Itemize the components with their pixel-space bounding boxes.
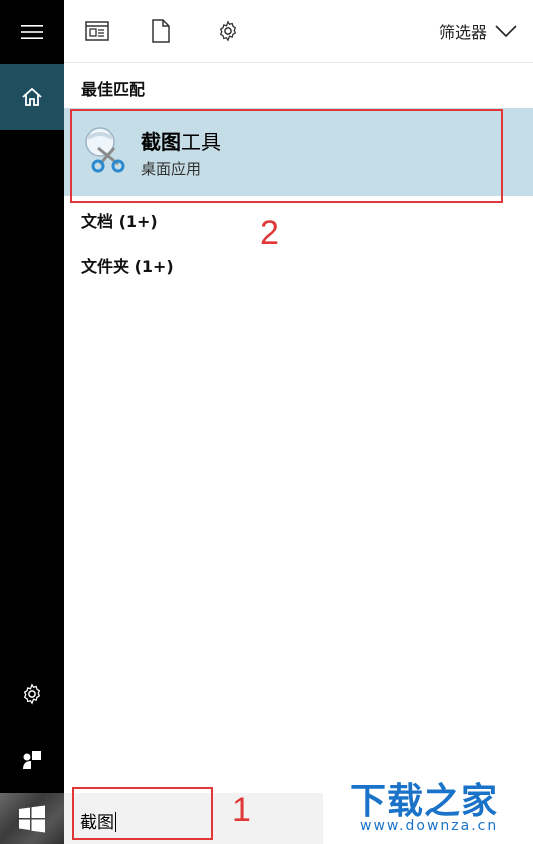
start-button[interactable] xyxy=(0,793,64,844)
hamburger-button[interactable] xyxy=(0,0,64,64)
search-toolbar: 筛选器 xyxy=(64,0,533,63)
home-icon xyxy=(22,87,42,106)
filter-label: 筛选器 xyxy=(438,23,487,42)
category-documents[interactable]: 文档 (1+) xyxy=(81,208,158,232)
highlight-box-search xyxy=(72,787,213,840)
hamburger-icon xyxy=(21,25,43,39)
highlight-box-result xyxy=(70,109,503,203)
documents-filter-button[interactable] xyxy=(144,14,178,48)
chevron-down-icon xyxy=(495,25,517,38)
apps-filter-button[interactable] xyxy=(80,14,114,48)
apps-icon xyxy=(85,21,109,41)
settings-button[interactable] xyxy=(0,668,64,720)
user-icon xyxy=(23,751,41,769)
best-match-header: 最佳匹配 xyxy=(81,80,146,99)
annotation-step-1: 1 xyxy=(232,791,251,829)
user-button[interactable] xyxy=(0,734,64,786)
windows-logo-icon xyxy=(19,805,45,832)
category-folders[interactable]: 文件夹 (1+) xyxy=(81,253,174,277)
annotation-step-2: 2 xyxy=(260,214,279,252)
document-icon xyxy=(152,19,170,43)
watermark-title: 下载之家 xyxy=(350,781,499,822)
filter-dropdown[interactable]: 筛选器 xyxy=(439,18,517,44)
settings-filter-button[interactable] xyxy=(211,14,245,48)
left-rail xyxy=(0,0,64,844)
home-button[interactable] xyxy=(0,64,64,130)
gear-icon xyxy=(219,20,237,42)
watermark: 下载之家 www.downza.cn xyxy=(340,770,520,840)
gear-icon xyxy=(23,683,41,705)
watermark-url: www.downza.cn xyxy=(360,818,499,834)
